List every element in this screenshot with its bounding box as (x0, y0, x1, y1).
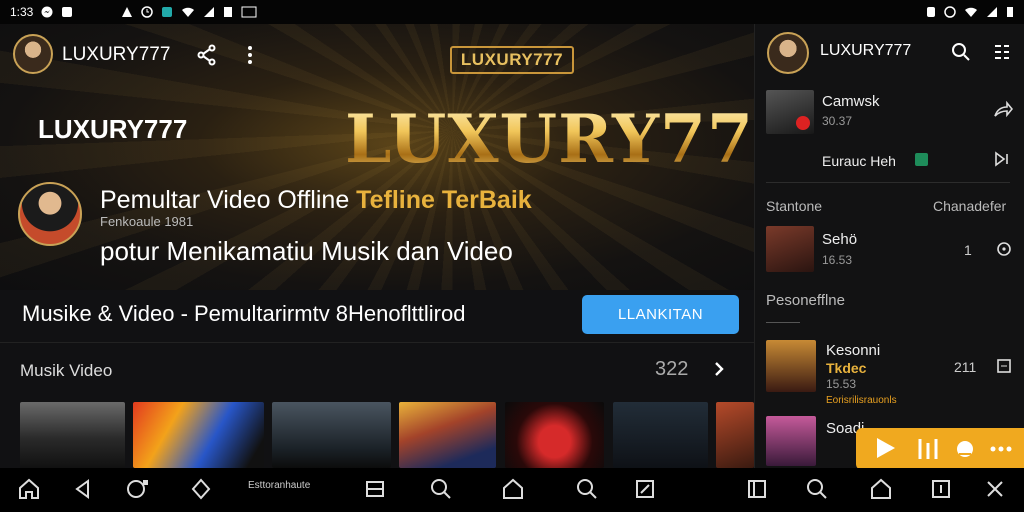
track-thumbnail[interactable] (766, 340, 816, 392)
search-icon[interactable] (951, 42, 971, 62)
video-title: Musike & Video - Pemultarirmtv 8Henofltt… (22, 301, 466, 326)
track-duration: 30.37 (822, 114, 853, 128)
status-time: 1:33 (10, 5, 34, 19)
nav-label: Esttoranhaute (248, 480, 311, 491)
back-icon[interactable] (72, 478, 96, 502)
section-heading: Stantone (766, 198, 823, 214)
track-title[interactable]: Kesonni (826, 342, 880, 359)
video-thumbnail[interactable] (505, 402, 604, 468)
brand-logo: LUXURY771 (345, 100, 801, 178)
track-duration: 16.53 (822, 253, 853, 267)
playlist-icon[interactable] (996, 358, 1012, 374)
search-nav-icon-2[interactable] (806, 478, 830, 502)
close-icon[interactable] (984, 478, 1008, 502)
video-thumbnail[interactable] (133, 402, 264, 468)
messenger-icon (41, 6, 53, 18)
home-icon[interactable] (18, 478, 42, 502)
track-thumbnail[interactable] (766, 416, 816, 466)
track-title[interactable]: Camwsk (822, 93, 880, 110)
cloud-icon[interactable] (954, 436, 976, 460)
mini-player[interactable] (856, 428, 1024, 470)
circle-icon[interactable] (126, 478, 150, 502)
channel-avatar[interactable] (13, 34, 53, 74)
track-duration: 15.53 (826, 377, 857, 391)
alarm-icon (121, 6, 133, 18)
play-icon[interactable] (874, 436, 896, 460)
cast-icon (241, 6, 257, 18)
signal-icon (203, 6, 215, 18)
home-nav-icon[interactable] (502, 478, 526, 502)
side-channel-name[interactable]: LUXURY777 (820, 42, 911, 60)
video-thumbnail[interactable] (716, 402, 754, 468)
section-subheading: Pesonefflne (766, 292, 845, 309)
wifi-icon-right (964, 6, 978, 18)
divider (0, 342, 754, 343)
clock-icon-right (944, 6, 956, 18)
divider (766, 322, 800, 323)
track-meta: Eorisrilisrauonls (826, 395, 897, 406)
track-tag: Tkdec (826, 360, 867, 376)
skip-icon[interactable] (993, 150, 1013, 168)
track-title[interactable]: Eurauc Heh (822, 153, 896, 169)
share-arrow-icon[interactable] (993, 100, 1013, 118)
recent-apps-icon[interactable] (930, 478, 954, 502)
divider (766, 182, 1010, 183)
list-icon[interactable] (746, 478, 770, 502)
wifi-icon (181, 6, 195, 18)
track-count: 211 (954, 359, 977, 375)
track-count: 1 (964, 242, 972, 258)
notification-icon (926, 6, 936, 18)
home-nav-icon-2[interactable] (870, 478, 894, 502)
video-thumbnail[interactable] (613, 402, 708, 468)
equalizer-icon (916, 437, 940, 461)
hero-headline-2: potur Menikamatiu Musik dan Video (100, 236, 513, 266)
shield-icon (161, 6, 173, 18)
brand-badge: LUXURY777 (450, 46, 574, 74)
share-icon[interactable] (196, 44, 218, 66)
section-action[interactable]: Chanadefer (933, 198, 1006, 214)
hero-headline-part2: Tefline TerBaik (356, 186, 532, 214)
more-horiz-icon[interactable] (990, 446, 1012, 452)
more-vert-icon[interactable] (246, 44, 254, 66)
side-channel-avatar[interactable] (767, 32, 809, 74)
edit-icon[interactable] (634, 478, 658, 502)
brand-logo-text: LUXURY777 (38, 114, 188, 144)
video-thumbnail[interactable] (272, 402, 391, 468)
chevron-right-icon[interactable] (712, 360, 726, 378)
channel-name[interactable]: LUXURY777 (62, 44, 170, 66)
battery-icon (223, 6, 233, 18)
queue-icon[interactable] (992, 42, 1012, 62)
library-icon[interactable] (364, 478, 388, 502)
clock-icon[interactable] (996, 241, 1012, 257)
hero-headline-part1: Pemultar Video Offline (100, 186, 357, 214)
video-thumbnail[interactable] (20, 402, 125, 468)
track-title[interactable]: Sehö (822, 231, 857, 248)
clock-icon (141, 6, 154, 18)
search-nav-icon[interactable] (430, 478, 454, 502)
battery-icon-right (1006, 6, 1014, 18)
hero-subtitle: Fenkoaule 1981 (100, 214, 194, 229)
explore-icon[interactable] (190, 478, 214, 502)
status-bar: 1:33 (0, 0, 1024, 24)
video-thumbnail[interactable] (399, 402, 496, 468)
signal-icon-right (986, 6, 998, 18)
badge-icon (915, 153, 928, 166)
record-icon (796, 116, 810, 130)
presenter-avatar[interactable] (18, 182, 82, 246)
section-count: 322 (655, 358, 689, 380)
cta-button[interactable]: LLANKITAN (582, 295, 739, 334)
bottom-navigation: Esttoranhaute (0, 468, 1024, 512)
sms-icon (61, 6, 73, 18)
find-icon[interactable] (576, 478, 600, 502)
hero-headline: Pemultar Video Offline Tefline TerBaik (100, 186, 532, 215)
section-label: Musik Video (20, 361, 113, 380)
track-thumbnail[interactable] (766, 226, 814, 272)
